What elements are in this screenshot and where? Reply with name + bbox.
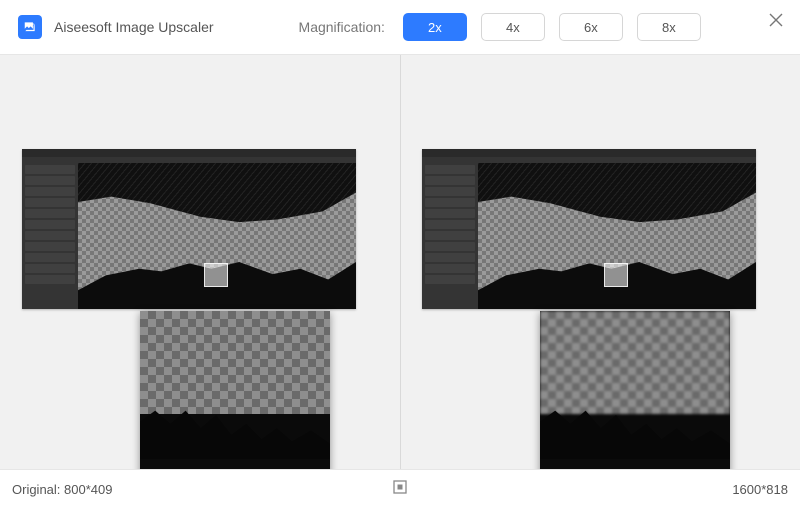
app-window: { "app": { "title": "Aiseesoft Image Ups… [0, 0, 800, 509]
zoom-selection[interactable] [604, 263, 628, 287]
compare-icon [392, 479, 408, 495]
magnification-4x-button[interactable]: 4x [481, 13, 545, 41]
magnification-group: 2x 4x 6x 8x [403, 13, 701, 41]
output-dimensions: 1600*818 [732, 482, 800, 497]
header: Aiseesoft Image Upscaler Magnification: … [0, 0, 800, 54]
close-button[interactable] [764, 8, 788, 32]
upscaled-pane [400, 55, 800, 469]
upscaled-image[interactable] [422, 149, 756, 309]
zoom-selection[interactable] [204, 263, 228, 287]
footer: Original: 800*409 1600*818 [0, 469, 800, 509]
upscale-icon [23, 20, 37, 34]
original-image[interactable] [22, 149, 356, 309]
original-dimensions: Original: 800*409 [0, 482, 112, 497]
app-logo [18, 15, 42, 39]
magnification-6x-button[interactable]: 6x [559, 13, 623, 41]
original-pane [0, 55, 400, 469]
magnification-8x-button[interactable]: 8x [637, 13, 701, 41]
close-icon [768, 12, 784, 28]
app-title: Aiseesoft Image Upscaler [54, 19, 214, 35]
workspace [0, 54, 800, 469]
magnification-label: Magnification: [299, 19, 385, 35]
compare-button[interactable] [392, 479, 408, 500]
magnification-2x-button[interactable]: 2x [403, 13, 467, 41]
